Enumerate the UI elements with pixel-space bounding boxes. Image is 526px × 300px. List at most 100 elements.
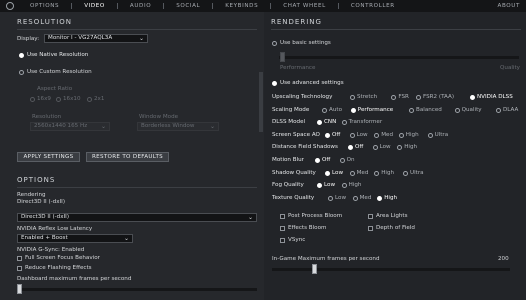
display-select[interactable]: Monitor I - VG27AQL3A ⌄: [44, 34, 148, 43]
left-scrollbar[interactable]: [259, 72, 263, 132]
shadow-quality-option-label: Med: [356, 169, 369, 176]
tab-audio[interactable]: AUDIO: [118, 0, 163, 12]
basic-quality-slider-thumb[interactable]: [280, 52, 285, 62]
scaling-mode-option-label: Auto: [329, 106, 342, 113]
use-basic-radio[interactable]: [272, 41, 277, 46]
ssao-option-radio[interactable]: [374, 132, 380, 138]
fullscreen-focus-checkbox[interactable]: [17, 256, 22, 261]
scaling-mode-option-radio[interactable]: [350, 107, 356, 113]
reflex-select[interactable]: Enabled + Boost ⌄: [17, 234, 133, 243]
ssao-option-radio[interactable]: [349, 132, 355, 138]
post-process-bloom-checkbox[interactable]: [280, 214, 285, 219]
tab-social[interactable]: SOCIAL: [164, 0, 212, 12]
dfs-option-radio[interactable]: [372, 145, 378, 151]
motion-blur-option-label: On: [346, 157, 355, 163]
scaling-mode-option-radio[interactable]: [409, 107, 414, 113]
use-custom-radio[interactable]: [19, 70, 24, 75]
dfs-option-label: High: [404, 144, 418, 151]
tab-video[interactable]: VIDEO: [72, 0, 117, 12]
motion-blur-option-label: Off: [322, 157, 331, 163]
dashboard-fps-slider-thumb[interactable]: [17, 284, 22, 294]
ssao-option-label: Low: [356, 131, 368, 138]
window-mode-select-value: Borderless Window: [141, 123, 195, 129]
ssao-option-radio[interactable]: [427, 132, 433, 138]
vsync-label: VSync: [288, 237, 306, 243]
dfs-option-radio[interactable]: [348, 145, 353, 151]
shadow-quality-option-radio[interactable]: [374, 170, 380, 176]
upscaling-option-radio[interactable]: [470, 95, 475, 100]
motion-blur-label: Motion Blur: [272, 157, 304, 163]
rendering-heading: RENDERING: [271, 18, 322, 26]
dfs-option-label: Low: [379, 144, 391, 151]
shadow-quality-option-radio[interactable]: [403, 170, 408, 176]
texture-quality-option-radio[interactable]: [352, 195, 358, 201]
dashboard-fps-slider[interactable]: [17, 288, 257, 291]
shadow-quality-option-label: Ultra: [410, 169, 424, 176]
display-label: Display:: [17, 36, 40, 42]
area-lights-checkbox[interactable]: [368, 214, 373, 219]
texture-quality-option-label: Low: [335, 194, 347, 201]
fog-quality-option-label: Low: [324, 182, 336, 189]
use-basic-label: Use basic settings: [280, 40, 331, 46]
rendering-api-select[interactable]: Direct3D II (-dxII) ⌄: [17, 213, 257, 222]
dlss-model-option-radio[interactable]: [317, 120, 322, 126]
shadow-quality-option-radio[interactable]: [325, 170, 330, 176]
vsync-checkbox[interactable]: [280, 238, 285, 243]
window-mode-select[interactable]: Borderless Window ⌄: [137, 122, 219, 131]
ingame-fps-slider[interactable]: [272, 268, 510, 271]
ingame-fps-slider-thumb[interactable]: [312, 264, 318, 274]
texture-quality-option-radio[interactable]: [328, 195, 333, 201]
divider: [17, 187, 257, 188]
area-lights-label: Area Lights: [376, 213, 408, 219]
tab-options[interactable]: OPTIONS: [18, 0, 71, 12]
reflex-label: NVIDIA Reflex Low Latency: [17, 226, 93, 232]
dlss-model-option-label: CNN: [324, 119, 337, 126]
aspect-16x9-radio[interactable]: [30, 97, 35, 102]
scaling-mode-option-radio[interactable]: [496, 107, 501, 113]
tab-chat-wheel[interactable]: CHAT WHEEL: [271, 0, 338, 12]
dlss-model-option-radio[interactable]: [341, 120, 347, 126]
effects-bloom-checkbox[interactable]: [280, 226, 285, 231]
scaling-mode-option-radio[interactable]: [322, 107, 327, 113]
scaling-mode-label: Scaling Mode: [272, 106, 310, 113]
scaling-mode-option-label: Balanced: [416, 106, 442, 113]
ssao-option-label: High: [405, 131, 419, 138]
texture-quality-option-radio[interactable]: [377, 195, 383, 201]
shadow-quality-option-radio[interactable]: [349, 170, 355, 176]
motion-blur-option-radio[interactable]: [315, 158, 320, 163]
aspect-16x10-label: 16x10: [63, 96, 81, 102]
divider: [17, 29, 257, 30]
depth-of-field-checkbox[interactable]: [368, 226, 373, 231]
tab-controller[interactable]: CONTROLLER: [339, 0, 407, 12]
upscaling-option-label: Stretch: [357, 94, 378, 100]
aspect-16x9-label: 16x9: [37, 96, 51, 102]
use-native-radio[interactable]: [19, 53, 24, 58]
upscaling-option-radio[interactable]: [391, 95, 397, 100]
apply-settings-button[interactable]: APPLY SETTINGS: [17, 152, 80, 162]
basic-quality-slider[interactable]: [279, 56, 519, 59]
aspect-16x10-radio[interactable]: [56, 97, 61, 102]
upscaling-option-radio[interactable]: [350, 95, 355, 100]
scaling-mode-option-radio[interactable]: [454, 107, 460, 113]
upscaling-option-radio[interactable]: [416, 95, 421, 100]
tab-keybinds[interactable]: KEYBINDS: [213, 0, 270, 12]
upscaling-option-label: FSR2 (TAA): [423, 94, 455, 100]
tab-about[interactable]: ABOUT: [498, 0, 520, 12]
fog-quality-option-label: High: [348, 182, 362, 189]
ssao-option-radio[interactable]: [325, 132, 330, 138]
window-mode-label: Window Mode: [139, 114, 179, 120]
ssao-option-radio[interactable]: [398, 132, 404, 138]
resolution-label: Resolution: [32, 114, 62, 120]
fog-quality-option-radio[interactable]: [317, 183, 322, 189]
motion-blur-option-radio[interactable]: [339, 158, 345, 163]
resolution-heading: RESOLUTION: [17, 18, 73, 26]
restore-defaults-button[interactable]: RESTORE TO DEFAULTS: [86, 152, 169, 162]
reduce-flashing-checkbox[interactable]: [17, 266, 22, 271]
chevron-down-icon: ⌄: [100, 123, 106, 130]
resolution-select[interactable]: 2560x1440 165 Hz ⌄: [30, 122, 110, 131]
fog-quality-option-radio[interactable]: [341, 183, 347, 189]
aspect-2x1-radio[interactable]: [87, 97, 92, 102]
settings-gear-icon[interactable]: [6, 2, 14, 10]
dfs-option-radio[interactable]: [397, 145, 403, 151]
use-advanced-radio[interactable]: [272, 81, 277, 86]
